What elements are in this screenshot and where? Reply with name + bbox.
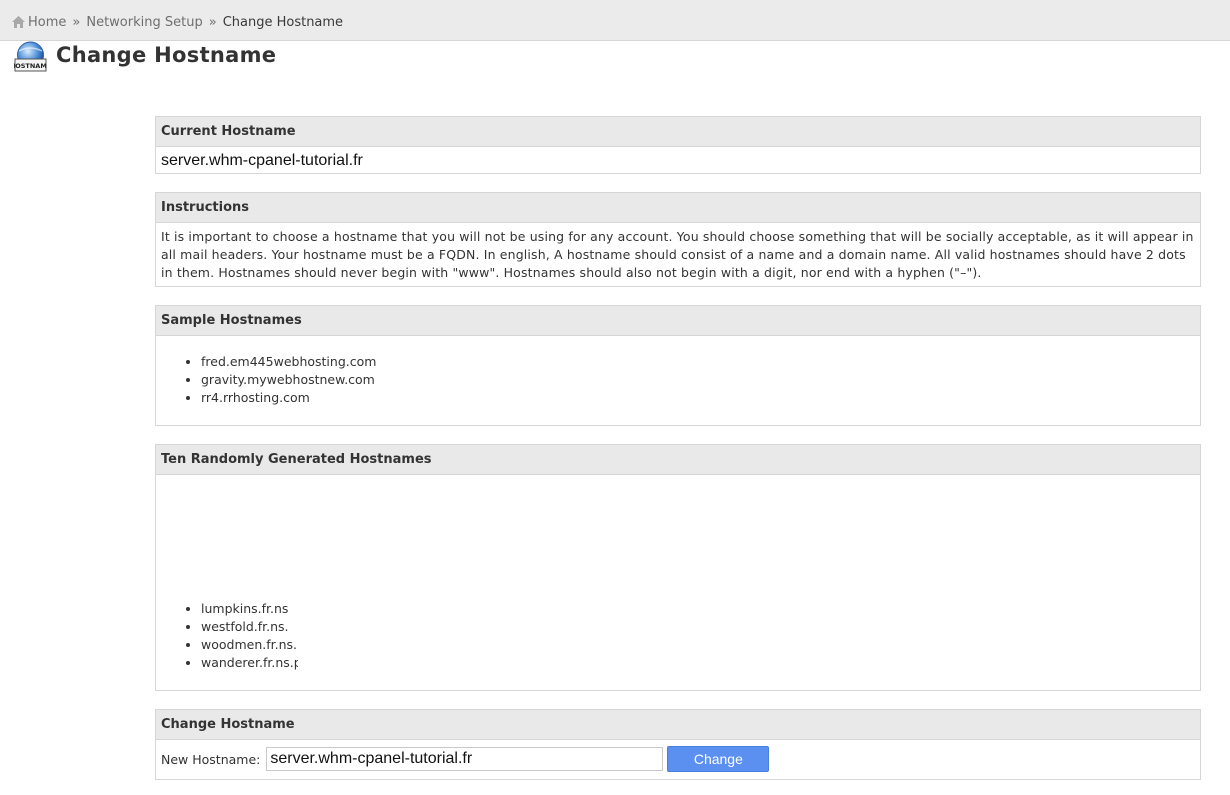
breadcrumb-current: Change Hostname	[222, 15, 344, 30]
list-item: lumpkins.fr.ns	[201, 600, 1200, 618]
svg-text:HOSTNAME: HOSTNAME	[14, 62, 47, 70]
sample-hostnames-list: fred.em445webhosting.com gravity.mywebho…	[156, 353, 1200, 407]
list-item: gravity.mywebhostnew.com	[201, 371, 1200, 389]
random-hostnames-panel: Ten Randomly Generated Hostnames lumpkin…	[155, 444, 1201, 691]
list-item: fred.em445webhosting.com	[201, 353, 1200, 371]
hostname-icon: HOSTNAME	[10, 41, 51, 72]
breadcrumb-bar: Home » Networking Setup » Change Hostnam…	[0, 0, 1230, 41]
page-title: Change Hostname	[56, 43, 277, 67]
instructions-header: Instructions	[156, 193, 1200, 223]
breadcrumb-networking-link[interactable]: Networking Setup	[86, 15, 202, 30]
current-hostname-panel: Current Hostname server.whm-cpanel-tutor…	[155, 116, 1201, 174]
random-hostname: woodmen.fr.ns.	[201, 637, 297, 652]
current-hostname-header: Current Hostname	[156, 117, 1200, 147]
new-hostname-label: New Hostname:	[161, 751, 261, 767]
breadcrumb: Home » Networking Setup » Change Hostnam…	[12, 15, 343, 30]
random-hostname: westfold.fr.ns.	[201, 619, 289, 634]
new-hostname-input[interactable]	[266, 747, 664, 771]
list-item: wanderer.fr.ns.p	[201, 654, 1200, 672]
breadcrumb-home-link[interactable]: Home	[28, 15, 66, 30]
sample-hostnames-header: Sample Hostnames	[156, 306, 1200, 336]
breadcrumb-separator: »	[208, 15, 217, 30]
list-item: westfold.fr.ns.	[201, 618, 1200, 636]
current-hostname-value: server.whm-cpanel-tutorial.fr	[161, 152, 363, 169]
instructions-text: It is important to choose a hostname tha…	[161, 229, 1194, 280]
random-hostnames-header: Ten Randomly Generated Hostnames	[156, 445, 1200, 475]
change-hostname-form: New Hostname: Change	[156, 740, 1200, 778]
instructions-panel: Instructions It is important to choose a…	[155, 192, 1201, 287]
random-hostname: lumpkins.fr.ns	[201, 601, 289, 616]
change-hostname-header: Change Hostname	[156, 710, 1200, 740]
change-hostname-panel: Change Hostname New Hostname: Change	[155, 709, 1201, 780]
home-icon[interactable]	[12, 15, 25, 28]
breadcrumb-separator: »	[72, 15, 81, 30]
random-hostname: wanderer.fr.ns.p	[201, 655, 298, 670]
change-button[interactable]: Change	[667, 746, 770, 772]
random-hostnames-list: lumpkins.fr.ns westfold.fr.ns. woodmen.f…	[156, 600, 1200, 672]
list-item: woodmen.fr.ns.	[201, 636, 1200, 654]
sample-hostnames-panel: Sample Hostnames fred.em445webhosting.co…	[155, 305, 1201, 426]
list-item: rr4.rrhosting.com	[201, 389, 1200, 407]
